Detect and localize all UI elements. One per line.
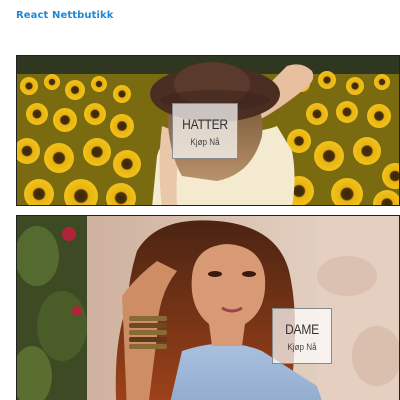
category-label-box[interactable]: HATTER Kjøp Nå <box>172 103 238 159</box>
page: React Nettbutikk HATTER Kjøp Nå DAME Kjø… <box>0 0 400 400</box>
category-title: HATTER <box>182 116 228 132</box>
category-title: DAME <box>285 321 319 337</box>
shop-now-link[interactable]: Kjøp Nå <box>176 137 234 147</box>
shop-now-link[interactable]: Kjøp Nå <box>276 342 328 352</box>
category-card-hats[interactable]: HATTER Kjøp Nå <box>16 55 400 206</box>
category-card-women[interactable]: DAME Kjøp Nå <box>16 215 400 400</box>
brand-logo-link[interactable]: React Nettbutikk <box>16 10 114 21</box>
category-label-box[interactable]: DAME Kjøp Nå <box>272 308 332 364</box>
category-image-women <box>17 216 399 400</box>
